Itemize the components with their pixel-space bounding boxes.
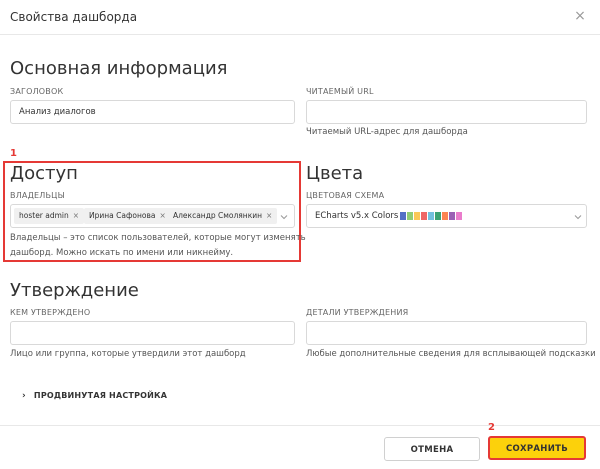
step-1-marker: 1 (10, 148, 17, 159)
chevron-right-icon: › (22, 391, 26, 401)
approval-details-label: ДЕТАЛИ УТВЕРЖДЕНИЯ (306, 308, 409, 317)
remove-tag-icon[interactable]: × (266, 211, 272, 220)
owner-tag: Ирина Сафонова × (84, 208, 171, 224)
approved-by-helper: Лицо или группа, которые утвердили этот … (10, 349, 246, 359)
owner-tag-label: hoster admin (19, 211, 69, 220)
color-swatch (407, 212, 413, 220)
owners-select[interactable]: hoster admin × Ирина Сафонова × Александр … (10, 204, 295, 228)
modal-header: Свойства дашборда × (0, 0, 600, 35)
owners-helper-line1: Владельцы – это список пользователей, ко… (10, 233, 306, 243)
heading-label: ЗАГОЛОВОК (10, 87, 64, 96)
footer-divider (0, 425, 600, 426)
color-scheme-label: ЦВЕТОВАЯ СХЕМА (306, 191, 385, 200)
save-button[interactable]: СОХРАНИТЬ (488, 436, 586, 460)
color-swatch (456, 212, 462, 220)
approved-by-label: КЕМ УТВЕРЖДЕНО (10, 308, 91, 317)
owners-helper-line2: дашборд. Можно искать по имени или никне… (10, 248, 234, 258)
approved-by-input[interactable] (10, 321, 295, 345)
cancel-button[interactable]: ОТМЕНА (384, 437, 480, 461)
color-swatch (428, 212, 434, 220)
advanced-settings-toggle[interactable]: › ПРОДВИНУТАЯ НАСТРОЙКА (22, 391, 167, 401)
approval-title: Утверждение (10, 280, 139, 301)
heading-input[interactable]: Анализ диалогов (10, 100, 295, 124)
color-scheme-select[interactable]: ECharts v5.x Colors (306, 204, 587, 228)
owner-tag: hoster admin × (14, 208, 85, 224)
color-palette-preview (400, 212, 462, 220)
remove-tag-icon[interactable]: × (73, 211, 79, 220)
color-swatch (435, 212, 441, 220)
color-swatch (421, 212, 427, 220)
owner-tag-label: Александр Смолянкин (173, 211, 263, 220)
owners-label: ВЛАДЕЛЬЦЫ (10, 191, 65, 200)
url-input[interactable] (306, 100, 587, 124)
url-helper: Читаемый URL-адрес для дашборда (306, 127, 468, 137)
approval-details-helper: Любые дополнительные сведения для всплыв… (306, 349, 596, 359)
modal-title: Свойства дашборда (10, 10, 138, 24)
basic-info-title: Основная информация (10, 58, 228, 79)
access-title: Доступ (10, 163, 78, 184)
url-label: ЧИТАЕМЫЙ URL (306, 87, 374, 96)
remove-tag-icon[interactable]: × (159, 211, 165, 220)
colors-title: Цвета (306, 163, 364, 184)
color-swatch (449, 212, 455, 220)
color-swatch (442, 212, 448, 220)
color-scheme-value: ECharts v5.x Colors (315, 211, 399, 221)
step-2-marker: 2 (488, 422, 495, 433)
save-button-label: СОХРАНИТЬ (505, 444, 569, 454)
chevron-down-icon[interactable] (279, 212, 289, 222)
chevron-down-icon[interactable] (573, 212, 583, 222)
color-swatch (400, 212, 406, 220)
owner-tag: Александр Смолянкин × (168, 208, 278, 224)
color-swatch (414, 212, 420, 220)
approval-details-input[interactable] (306, 321, 587, 345)
advanced-settings-label: ПРОДВИНУТАЯ НАСТРОЙКА (33, 391, 168, 400)
owner-tag-label: Ирина Сафонова (89, 211, 156, 220)
close-icon[interactable]: × (570, 6, 590, 26)
